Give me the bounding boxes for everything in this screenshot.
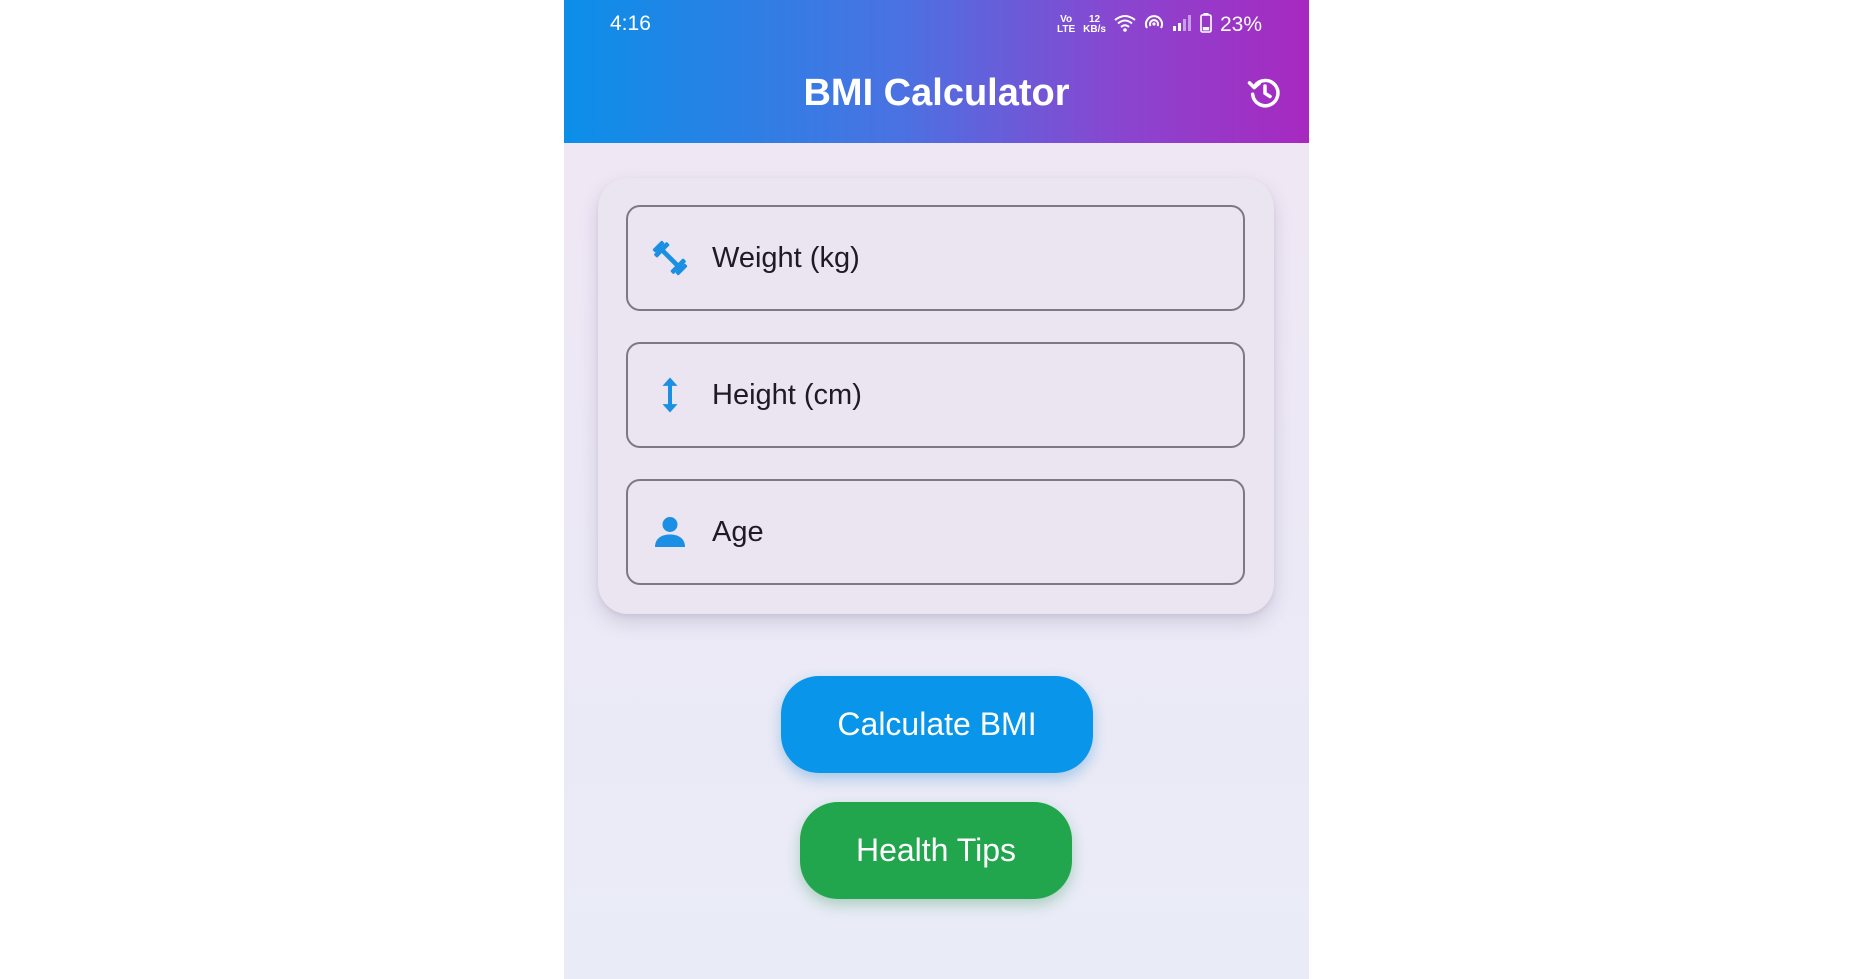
battery-percent: 23% [1219,13,1262,36]
page-title: BMI Calculator [803,72,1070,114]
battery-icon [1200,12,1212,38]
age-field[interactable]: Age [626,479,1245,585]
height-icon [650,375,690,415]
height-field-label: Height (cm) [712,378,862,411]
app-bar: 4:16 Vo LTE 12 KB/s 23% BMI Calculator [564,0,1309,143]
history-button[interactable] [1243,73,1287,117]
height-field[interactable]: Height (cm) [626,342,1245,448]
person-icon [650,512,690,552]
weight-field-label: Weight (kg) [712,241,860,274]
health-tips-button[interactable]: Health Tips [800,802,1072,899]
volte-indicator: Vo LTE [1057,15,1075,35]
calculate-bmi-button[interactable]: Calculate BMI [781,676,1093,773]
signal-icon [1172,14,1192,37]
phone-screen: 4:16 Vo LTE 12 KB/s 23% BMI Calculator W… [564,0,1309,979]
hotspot-icon [1144,14,1164,37]
age-field-label: Age [712,515,764,548]
network-speed: 12 KB/s [1083,15,1106,35]
input-card: Weight (kg) Height (cm) Age [598,178,1274,614]
status-time: 4:16 [610,12,651,35]
history-icon [1246,74,1284,117]
wifi-icon [1114,14,1136,37]
speed-unit: KB/s [1083,24,1106,35]
weight-field[interactable]: Weight (kg) [626,205,1245,311]
volte-bottom-text: LTE [1057,24,1076,35]
status-icons: Vo LTE 12 KB/s 23% [1057,10,1262,40]
fitness-icon [650,238,690,278]
